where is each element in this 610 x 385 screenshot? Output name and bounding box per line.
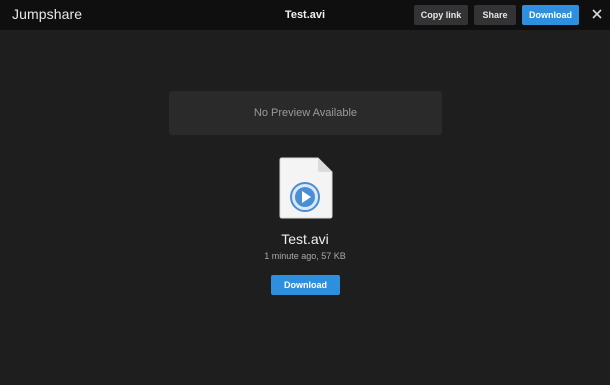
no-preview-message: No Preview Available (253, 107, 358, 119)
file-meta: 1 minute ago, 57 KB (264, 251, 346, 261)
no-preview-box: No Preview Available (169, 91, 442, 135)
close-icon[interactable] (589, 6, 605, 22)
download-button[interactable]: Download (522, 5, 579, 25)
top-bar: Jumpshare Test.avi Copy link Share Downl… (0, 0, 610, 30)
page-title: Test.avi (284, 9, 326, 21)
share-button[interactable]: Share (474, 5, 516, 25)
video-file-icon (278, 156, 334, 220)
copy-link-button[interactable]: Copy link (414, 5, 468, 25)
file-name: Test.avi (281, 231, 329, 247)
download-file-button[interactable]: Download (271, 275, 340, 295)
